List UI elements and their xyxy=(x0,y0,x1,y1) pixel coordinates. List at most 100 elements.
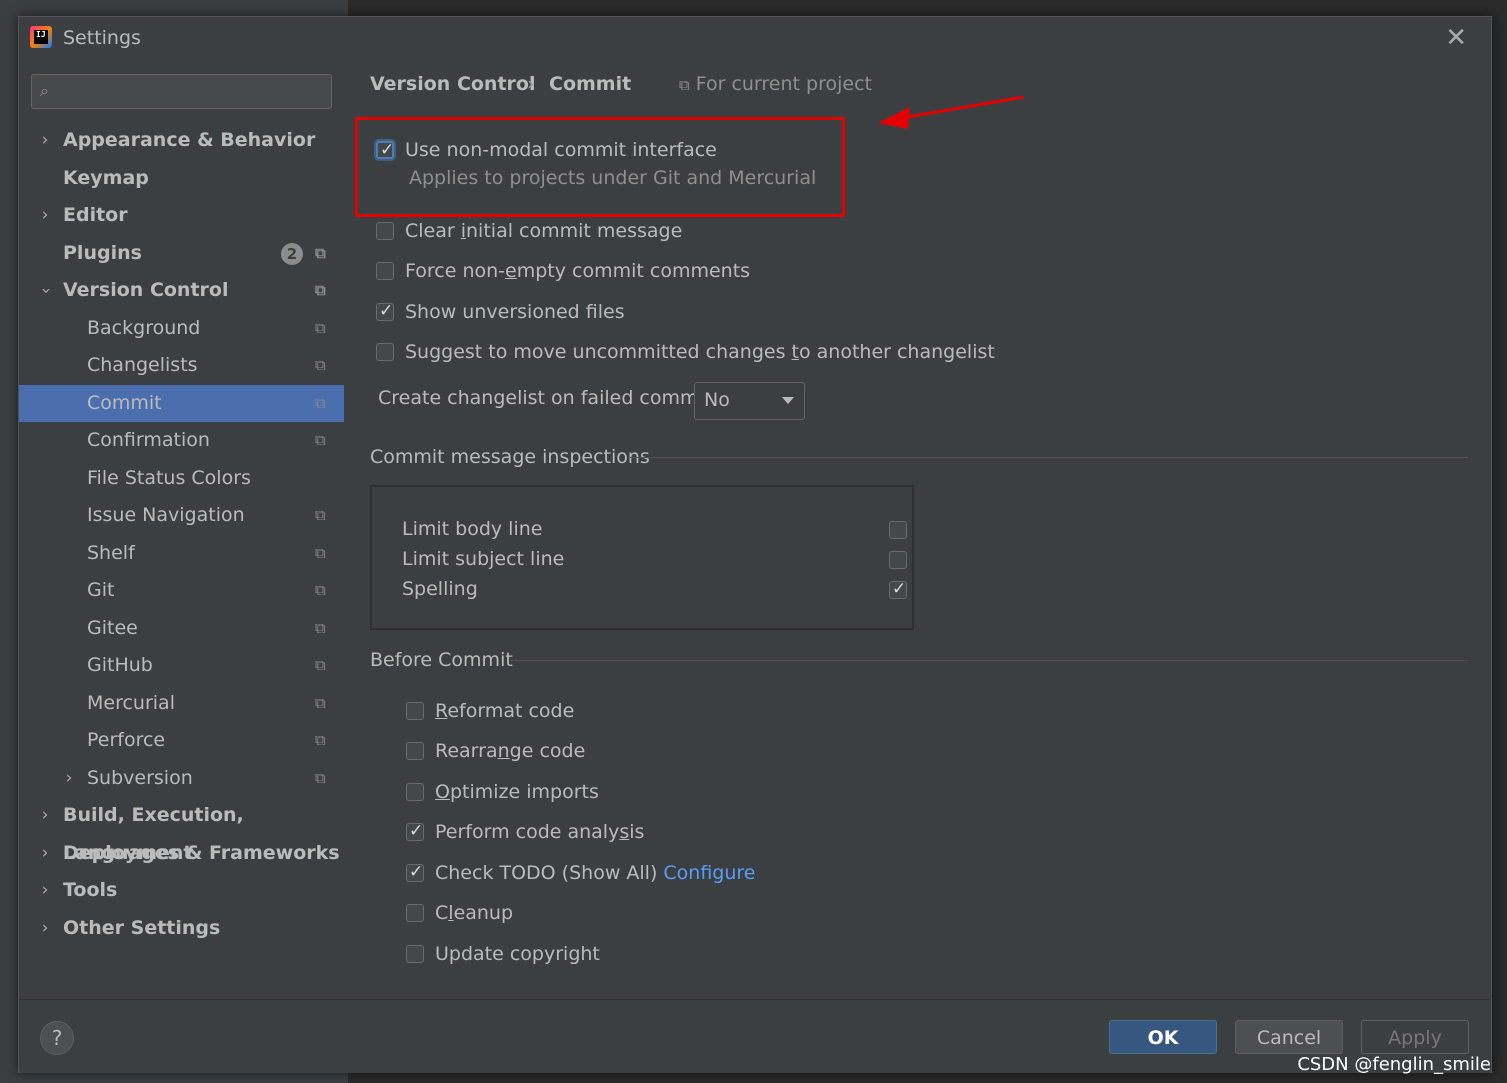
cancel-button[interactable]: Cancel xyxy=(1235,1020,1343,1054)
sidebar-item-label: Mercurial xyxy=(87,691,175,714)
sidebar-item-file-status-colors[interactable]: File Status Colors xyxy=(19,460,344,498)
project-scope-icon: ⧉ xyxy=(315,506,326,524)
inspection-checkbox[interactable] xyxy=(889,521,907,539)
sidebar-item-mercurial[interactable]: Mercurial ⧉ xyxy=(19,685,344,723)
label-text: ge code xyxy=(509,740,586,762)
label-text: Force non- xyxy=(405,260,506,282)
label-text: Suggest to move uncommitted changes xyxy=(405,341,792,363)
configure-link[interactable]: Configure xyxy=(663,862,755,884)
sidebar-item-issue-navigation[interactable]: Issue Navigation ⧉ xyxy=(19,497,344,535)
sidebar-item-label: Changelists xyxy=(87,354,198,376)
dialog-footer: ? OK Cancel Apply xyxy=(19,999,1491,1073)
sidebar-item-github[interactable]: GitHub ⧉ xyxy=(19,647,344,685)
non-modal-checkbox[interactable] xyxy=(376,140,394,160)
sidebar-item-label: Issue Navigation xyxy=(87,504,245,526)
sidebar-item-tools[interactable]: › Tools xyxy=(19,872,344,910)
apply-button[interactable]: Apply xyxy=(1361,1020,1469,1054)
clear-initial-label[interactable]: Clear initial commit message xyxy=(405,220,682,242)
search-input[interactable] xyxy=(62,79,326,105)
chevron-right-icon: › xyxy=(41,880,49,900)
sidebar-item-keymap[interactable]: Keymap xyxy=(19,160,344,198)
sidebar-item-label: Git xyxy=(87,579,115,601)
reformat-code-label[interactable]: Reformat code xyxy=(435,700,574,722)
project-scope-icon: ⧉ xyxy=(315,731,326,749)
before-commit-checkbox[interactable] xyxy=(406,821,424,841)
inspection-label[interactable]: Spelling xyxy=(402,578,478,600)
label-text: nitial commit message xyxy=(466,220,683,242)
label-text: Check TODO (Show All) xyxy=(435,862,664,884)
sidebar-item-version-control[interactable]: › Version Control ⧉ xyxy=(19,272,344,310)
label-text: Clear xyxy=(405,220,461,242)
help-button[interactable]: ? xyxy=(40,1021,74,1055)
before-commit-checkbox[interactable] xyxy=(406,945,424,963)
label-text: eanup xyxy=(453,902,514,924)
breadcrumb-parent[interactable]: Version Control xyxy=(370,73,535,95)
label-text: C xyxy=(435,902,449,924)
sidebar-item-other-settings[interactable]: › Other Settings xyxy=(19,910,344,948)
before-commit-checkbox[interactable] xyxy=(406,783,424,801)
clear-initial-checkbox[interactable] xyxy=(376,222,394,240)
sidebar-item-label: Other Settings xyxy=(63,916,221,939)
label-text: o another changelist xyxy=(798,341,995,363)
chevron-right-icon: › xyxy=(41,917,49,938)
project-scope-icon: ⧉ xyxy=(315,693,326,712)
update-copyright-label[interactable]: Update copyright xyxy=(435,943,600,965)
suggest-move-checkbox[interactable] xyxy=(376,343,394,361)
sidebar-item-plugins[interactable]: Plugins 2 ⧉ xyxy=(19,235,344,273)
sidebar-item-commit[interactable]: Commit ⧉ xyxy=(19,384,344,422)
force-nonempty-checkbox[interactable] xyxy=(376,262,394,280)
inspection-label[interactable]: Limit body line xyxy=(402,518,542,540)
sidebar-item-appearance[interactable]: › Appearance & Behavior xyxy=(19,122,344,160)
check-todo-label[interactable]: Check TODO (Show All) Configure xyxy=(435,862,756,884)
mnemonic-char: t xyxy=(791,341,799,363)
changelist-select[interactable]: No xyxy=(694,382,805,420)
inspection-label[interactable]: Limit subject line xyxy=(402,548,564,570)
inspection-checkbox[interactable] xyxy=(889,579,907,599)
settings-search[interactable]: ⌕ xyxy=(31,74,332,109)
label-text: eformat code xyxy=(447,700,575,722)
ok-button[interactable]: OK xyxy=(1109,1020,1217,1054)
force-nonempty-label[interactable]: Force non-empty commit comments xyxy=(405,260,750,282)
close-icon[interactable]: ✕ xyxy=(1445,23,1467,53)
label-text: ptimize imports xyxy=(449,781,599,803)
sidebar-item-build[interactable]: › Build, Execution, Deployment xyxy=(19,797,344,864)
changelist-combo-label: Create changelist on failed commit: xyxy=(378,387,718,409)
chevron-right-icon: › xyxy=(41,842,49,863)
project-scope-icon: ⧉ xyxy=(315,768,326,787)
before-commit-checkbox[interactable] xyxy=(406,904,424,922)
dropdown-arrow-icon xyxy=(782,397,794,404)
window-title: Settings xyxy=(63,27,141,49)
annotation-arrow-icon xyxy=(878,95,1025,129)
chevron-down-icon: › xyxy=(35,287,56,295)
label-text: is xyxy=(629,821,645,843)
sidebar-item-label: Confirmation xyxy=(87,429,210,451)
before-commit-checkbox[interactable] xyxy=(406,702,424,720)
sidebar-item-label: Background xyxy=(87,316,201,339)
cleanup-label[interactable]: Cleanup xyxy=(435,902,513,924)
watermark: CSDN @fenglin_smile xyxy=(1297,1054,1491,1075)
before-commit-checkbox[interactable] xyxy=(406,742,424,760)
sidebar-item-changelists[interactable]: Changelists ⧉ xyxy=(19,347,344,385)
suggest-move-label[interactable]: Suggest to move uncommitted changes to a… xyxy=(405,341,995,363)
sidebar-item-perforce[interactable]: Perforce ⧉ xyxy=(19,722,344,760)
sidebar-item-git[interactable]: Git ⧉ xyxy=(19,572,344,610)
before-commit-checkbox[interactable] xyxy=(406,862,424,882)
sidebar-item-label: Shelf xyxy=(87,541,135,564)
show-unversioned-label[interactable]: Show unversioned files xyxy=(405,301,625,323)
sidebar-item-editor[interactable]: › Editor xyxy=(19,197,344,235)
sidebar-item-confirmation[interactable]: Confirmation ⧉ xyxy=(19,422,344,460)
sidebar-item-shelf[interactable]: Shelf ⧉ xyxy=(19,535,344,573)
settings-tree: › Appearance & Behavior Keymap › Editor … xyxy=(19,122,344,947)
inspection-checkbox[interactable] xyxy=(889,551,907,569)
perform-analysis-label[interactable]: Perform code analysis xyxy=(435,821,644,843)
rearrange-code-label[interactable]: Rearrange code xyxy=(435,740,585,762)
non-modal-label[interactable]: Use non-modal commit interface xyxy=(405,139,717,161)
show-unversioned-checkbox[interactable] xyxy=(376,301,394,321)
settings-sidebar: ⌕ › Appearance & Behavior Keymap › Edito… xyxy=(19,59,344,999)
sidebar-item-gitee[interactable]: Gitee ⧉ xyxy=(19,610,344,648)
sidebar-item-languages[interactable]: › Languages & Frameworks xyxy=(19,835,344,873)
sidebar-item-background[interactable]: Background ⧉ xyxy=(19,310,344,348)
optimize-imports-label[interactable]: Optimize imports xyxy=(435,781,599,803)
sidebar-item-label: Commit xyxy=(87,391,162,414)
sidebar-item-subversion[interactable]: › Subversion ⧉ xyxy=(19,760,344,798)
